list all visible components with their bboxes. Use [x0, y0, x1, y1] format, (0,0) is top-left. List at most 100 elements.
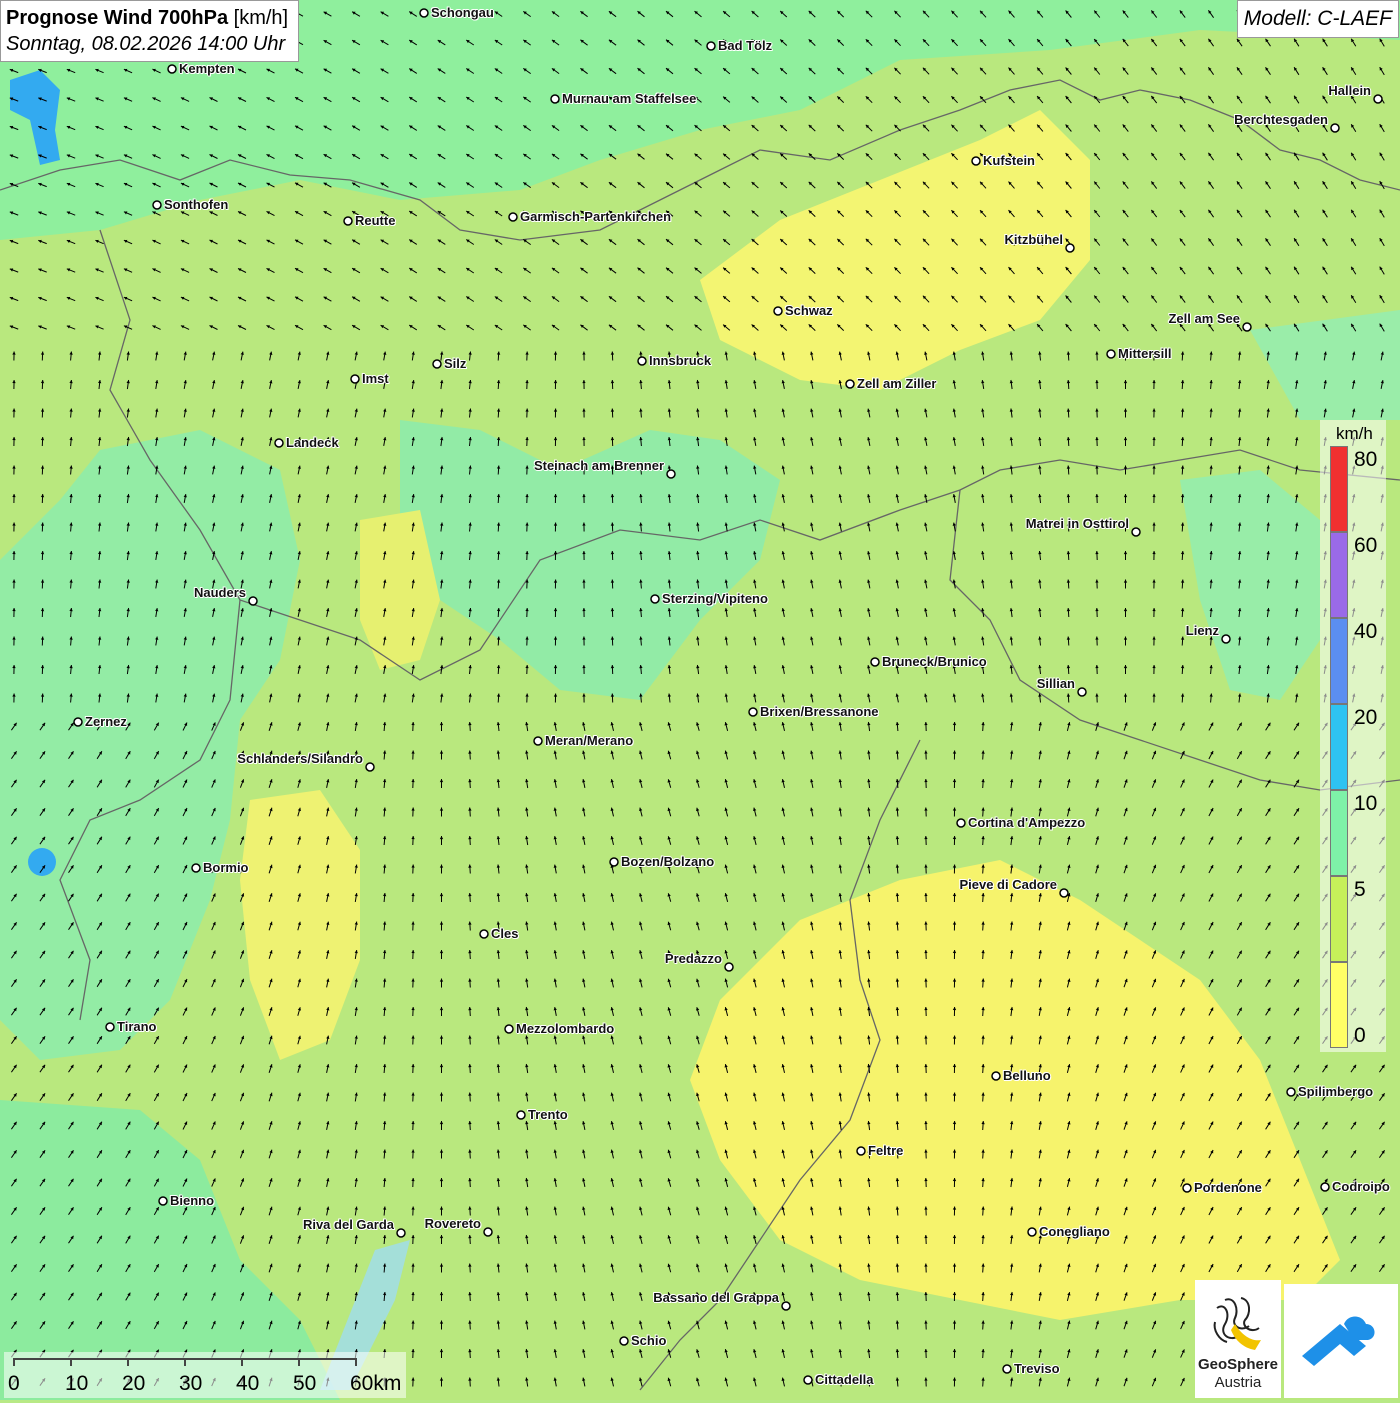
city-label: Zell am Ziller [857, 376, 936, 391]
city-marker [651, 595, 659, 603]
city-marker [857, 1147, 865, 1155]
legend-swatch [1330, 876, 1348, 962]
city-label: Murnau am Staffelsee [562, 91, 696, 106]
city-label: Kitzbühel [1005, 232, 1064, 247]
city-label: Lienz [1186, 623, 1219, 638]
city-label: Bienno [170, 1193, 214, 1208]
city-marker [1331, 124, 1339, 132]
city-marker [667, 470, 675, 478]
city-marker [846, 380, 854, 388]
city-label: Tirano [117, 1019, 157, 1034]
scale-tick [127, 1358, 129, 1366]
city-label: Pieve di Cadore [959, 877, 1057, 892]
city-label: Innsbruck [649, 353, 711, 368]
legend-swatch [1330, 704, 1348, 790]
title-unit: [km/h] [234, 7, 288, 29]
legend-unit: km/h [1336, 424, 1373, 444]
city-marker [1066, 244, 1074, 252]
city-label: Feltre [868, 1143, 903, 1158]
city-label: Pordenone [1194, 1180, 1262, 1195]
geosphere-line2: Austria [1195, 1374, 1281, 1391]
city-marker [1321, 1183, 1329, 1191]
city-marker [774, 307, 782, 315]
city-marker [1374, 95, 1382, 103]
legend-swatch [1330, 962, 1348, 1048]
city-marker [1222, 635, 1230, 643]
city-label: Riva del Garda [303, 1217, 394, 1232]
city-label: Mezzolombardo [516, 1021, 614, 1036]
scale-tick [70, 1358, 72, 1366]
city-marker [192, 864, 200, 872]
city-marker [1028, 1228, 1036, 1236]
city-marker [638, 357, 646, 365]
city-label: Zell am See [1168, 311, 1240, 326]
city-marker [992, 1072, 1000, 1080]
city-marker [509, 213, 517, 221]
scale-label: 30 [179, 1372, 202, 1396]
city-marker [749, 708, 757, 716]
city-marker [74, 718, 82, 726]
city-label: Schongau [431, 5, 494, 20]
city-label: Kufstein [983, 153, 1035, 168]
scale-label: 10 [65, 1372, 88, 1396]
city-marker [551, 95, 559, 103]
city-label: Rovereto [425, 1216, 481, 1231]
city-marker [1183, 1184, 1191, 1192]
city-label: Schio [631, 1333, 666, 1348]
city-label: Imst [362, 371, 389, 386]
geosphere-line1: GeoSphere [1195, 1356, 1281, 1373]
city-label: Zernez [85, 714, 127, 729]
city-label: Matrei in Osttirol [1026, 516, 1129, 531]
geosphere-logo: GeoSphere Austria [1195, 1280, 1281, 1398]
city-marker [351, 375, 359, 383]
legend-label: 0 [1354, 1024, 1366, 1048]
scale-label: 0 [8, 1372, 20, 1396]
legend-label: 60 [1354, 534, 1377, 558]
scale-label: 20 [122, 1372, 145, 1396]
city-marker [517, 1111, 525, 1119]
city-marker [1078, 688, 1086, 696]
legend-swatch [1330, 618, 1348, 704]
city-marker [1003, 1365, 1011, 1373]
city-marker [397, 1229, 405, 1237]
city-label: Sillian [1037, 676, 1075, 691]
model-label: Modell: C-LAEF [1237, 0, 1399, 38]
city-label: Bassano del Grappa [653, 1290, 779, 1305]
city-marker [484, 1228, 492, 1236]
city-marker [168, 65, 176, 73]
legend-label: 40 [1354, 620, 1377, 644]
map-title: Prognose Wind 700hPa [km/h] [6, 5, 288, 31]
city-marker [505, 1025, 513, 1033]
city-marker [275, 439, 283, 447]
city-label: Codroipo [1332, 1179, 1390, 1194]
legend-swatch [1330, 790, 1348, 876]
city-marker [153, 201, 161, 209]
city-marker [972, 157, 980, 165]
city-label: Trento [528, 1107, 568, 1122]
city-marker [1132, 528, 1140, 536]
city-marker [871, 658, 879, 666]
city-label: Cles [491, 926, 518, 941]
weather-app-logo [1284, 1284, 1398, 1398]
city-marker [159, 1197, 167, 1205]
city-marker [707, 42, 715, 50]
city-marker [610, 858, 618, 866]
city-label: Bruneck/Brunico [882, 654, 987, 669]
city-label: Schlanders/Silandro [237, 751, 363, 766]
city-marker [725, 963, 733, 971]
city-label: Kempten [179, 61, 235, 76]
weather-app-icon [1284, 1284, 1398, 1398]
legend-swatch [1330, 446, 1348, 532]
legend: km/h 051020406080 [1320, 420, 1386, 1052]
city-marker [782, 1302, 790, 1310]
forecast-datetime: Sonntag, 08.02.2026 14:00 Uhr [6, 31, 288, 57]
scale-tick [355, 1358, 357, 1366]
city-marker [480, 930, 488, 938]
scale-tick [241, 1358, 243, 1366]
city-label: Sterzing/Vipiteno [662, 591, 768, 606]
title-bold: Prognose Wind 700hPa [6, 7, 228, 29]
city-label: Sonthofen [164, 197, 228, 212]
city-marker [1107, 350, 1115, 358]
city-label: Brixen/Bressanone [760, 704, 879, 719]
city-label: Bozen/Bolzano [621, 854, 714, 869]
